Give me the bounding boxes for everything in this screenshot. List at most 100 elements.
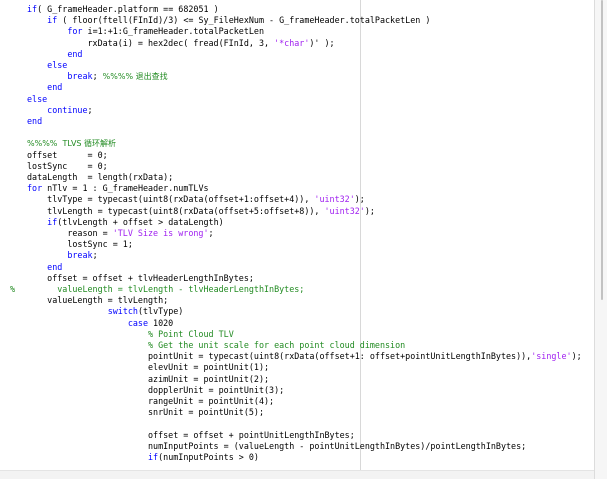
code-token: nTlv = 1 : G_frameHeader.numTLVs: [42, 183, 209, 194]
code-line[interactable]: elevUnit = pointUnit(1);: [27, 362, 269, 373]
scroll-thumb[interactable]: [601, 0, 603, 300]
code-token: rangeUnit = pointUnit(4);: [27, 396, 275, 406]
keyword-token: break: [67, 71, 93, 82]
code-line[interactable]: end: [27, 82, 62, 93]
comment-token: %%%% TLVS 循环解析: [27, 139, 117, 149]
code-line[interactable]: numInputPoints = (valueLength - pointUni…: [27, 441, 526, 452]
string-token: 'uint32': [314, 194, 355, 205]
code-line[interactable]: offset = 0;: [27, 150, 108, 161]
code-line[interactable]: if(tlvLength + offset > dataLength): [27, 217, 224, 228]
code-line[interactable]: offset = offset + tlvHeaderLengthInBytes…: [27, 273, 254, 284]
code-token: dopplerUnit = pointUnit(3);: [27, 384, 285, 395]
code-line[interactable]: if ( floor(ftell(FInId)/3) <= Sy_FileHex…: [27, 15, 430, 26]
keyword-token: end: [67, 48, 83, 59]
code-line[interactable]: tlvLength = typecast(uint8(rxData(offset…: [27, 206, 375, 217]
code-line[interactable]: % Get the unit scale for each point clou…: [27, 340, 405, 351]
code-token: 1020: [148, 317, 174, 328]
code-line[interactable]: switch(tlvType): [27, 306, 184, 317]
code-token: (tlvLength + offset > dataLength): [57, 216, 224, 227]
code-line[interactable]: valueLength = tlvLength;: [27, 295, 168, 306]
code-line[interactable]: continue;: [27, 104, 93, 116]
code-line[interactable]: else: [27, 94, 47, 105]
code-line[interactable]: rangeUnit = pointUnit(4);: [27, 396, 274, 407]
code-line[interactable]: rxData(i) = hex2dec( fread(FInId, 3, '*c…: [27, 38, 335, 49]
right-margin-guide: [360, 0, 361, 479]
code-line[interactable]: valueLength = tlvLength - tlvHeaderLengt…: [27, 284, 304, 295]
code-line[interactable]: for nTlv = 1 : G_frameHeader.numTLVs: [27, 183, 209, 194]
keyword-token: end: [47, 261, 63, 272]
string-token: 'TLV Size is wrong': [112, 228, 209, 238]
code-line[interactable]: tlvType = typecast(uint8(rxData(offset+1…: [27, 194, 365, 205]
code-token: offset = offset + tlvHeaderLengthInBytes…: [27, 272, 254, 283]
string-token: 'uint32': [324, 205, 365, 216]
code-token: snrUnit = pointUnit(5);: [27, 407, 264, 418]
code-line[interactable]: case 1020: [27, 318, 173, 329]
code-line[interactable]: if( G_frameHeader.platform == 682051 ): [27, 4, 219, 15]
code-line[interactable]: pointUnit = typecast(uint8(rxData(offset…: [27, 351, 582, 362]
code-line[interactable]: end: [27, 262, 62, 273]
code-line[interactable]: else: [27, 60, 67, 71]
string-token: '*char': [274, 37, 310, 48]
code-token: pointUnit = typecast(uint8(rxData(offset…: [27, 351, 532, 362]
comment-token: % Get the unit scale for each point clou…: [148, 340, 406, 350]
code-token: rxData(i) = hex2dec( fread(FInId, 3,: [27, 37, 275, 48]
code-token: ;: [92, 250, 98, 261]
code-line[interactable]: % Point Cloud TLV: [27, 329, 234, 340]
code-line[interactable]: azimUnit = pointUnit(2);: [27, 374, 269, 385]
code-token: numInputPoints = (valueLength - pointUni…: [27, 440, 527, 451]
horizontal-scrollbar[interactable]: [0, 470, 594, 479]
keyword-token: if: [47, 15, 58, 26]
keyword-token: switch: [107, 306, 138, 317]
keyword-token: if: [47, 216, 58, 227]
code-line[interactable]: snrUnit = pointUnit(5);: [27, 407, 264, 418]
code-token: reason =: [27, 228, 113, 238]
code-line[interactable]: reason = 'TLV Size is wrong';: [27, 228, 214, 239]
code-token: i=1:+1:G_frameHeader.totalPacketLen: [82, 26, 265, 37]
comment-token: % Point Cloud TLV: [148, 328, 234, 339]
code-line[interactable]: if(numInputPoints > 0): [27, 452, 259, 463]
comment-token: %%%% 退出查找: [102, 72, 168, 82]
code-line[interactable]: break; %%%% 退出查找: [27, 71, 168, 82]
keyword-token: else: [27, 93, 48, 104]
keyword-token: if: [148, 452, 159, 462]
code-token: );: [364, 205, 375, 216]
code-token: tlvType = typecast(uint8(rxData(offset+1…: [27, 194, 315, 205]
code-token: dataLength = length(rxData);: [27, 172, 174, 182]
code-line[interactable]: dataLength = length(rxData);: [27, 172, 173, 183]
code-token: ;: [208, 228, 214, 238]
vertical-scrollbar[interactable]: [594, 0, 607, 479]
code-line[interactable]: %%%% TLVS 循环解析: [27, 138, 116, 149]
keyword-token: break: [67, 250, 93, 261]
keyword-token: if: [27, 4, 38, 14]
code-line[interactable]: end: [27, 116, 42, 127]
comment-token: valueLength = tlvLength - tlvHeaderLengt…: [57, 284, 305, 294]
code-line[interactable]: lostSync = 1;: [27, 239, 133, 250]
code-token: ;: [87, 104, 93, 115]
code-token: offset = 0;: [27, 149, 108, 160]
code-token: azimUnit = pointUnit(2);: [27, 373, 270, 384]
keyword-token: for: [27, 183, 43, 194]
keyword-token: else: [47, 60, 68, 70]
code-line[interactable]: offset = offset + pointUnitLengthInBytes…: [27, 430, 355, 441]
code-line[interactable]: for i=1:+1:G_frameHeader.totalPacketLen: [27, 26, 264, 37]
code-line[interactable]: break;: [27, 250, 98, 261]
keyword-token: case: [127, 317, 149, 328]
code-line[interactable]: end: [27, 49, 82, 60]
code-editor[interactable]: if( G_frameHeader.platform == 682051 ) i…: [0, 0, 594, 479]
gutter-comment-marker: %: [10, 284, 16, 294]
code-line[interactable]: dopplerUnit = pointUnit(3);: [27, 385, 284, 396]
keyword-token: end: [47, 82, 63, 93]
code-token: lostSync = 1;: [27, 239, 133, 250]
code-line[interactable]: lostSync = 0;: [27, 161, 108, 172]
code-token: offset = offset + pointUnitLengthInBytes…: [27, 429, 355, 440]
code-token: );: [354, 194, 365, 205]
